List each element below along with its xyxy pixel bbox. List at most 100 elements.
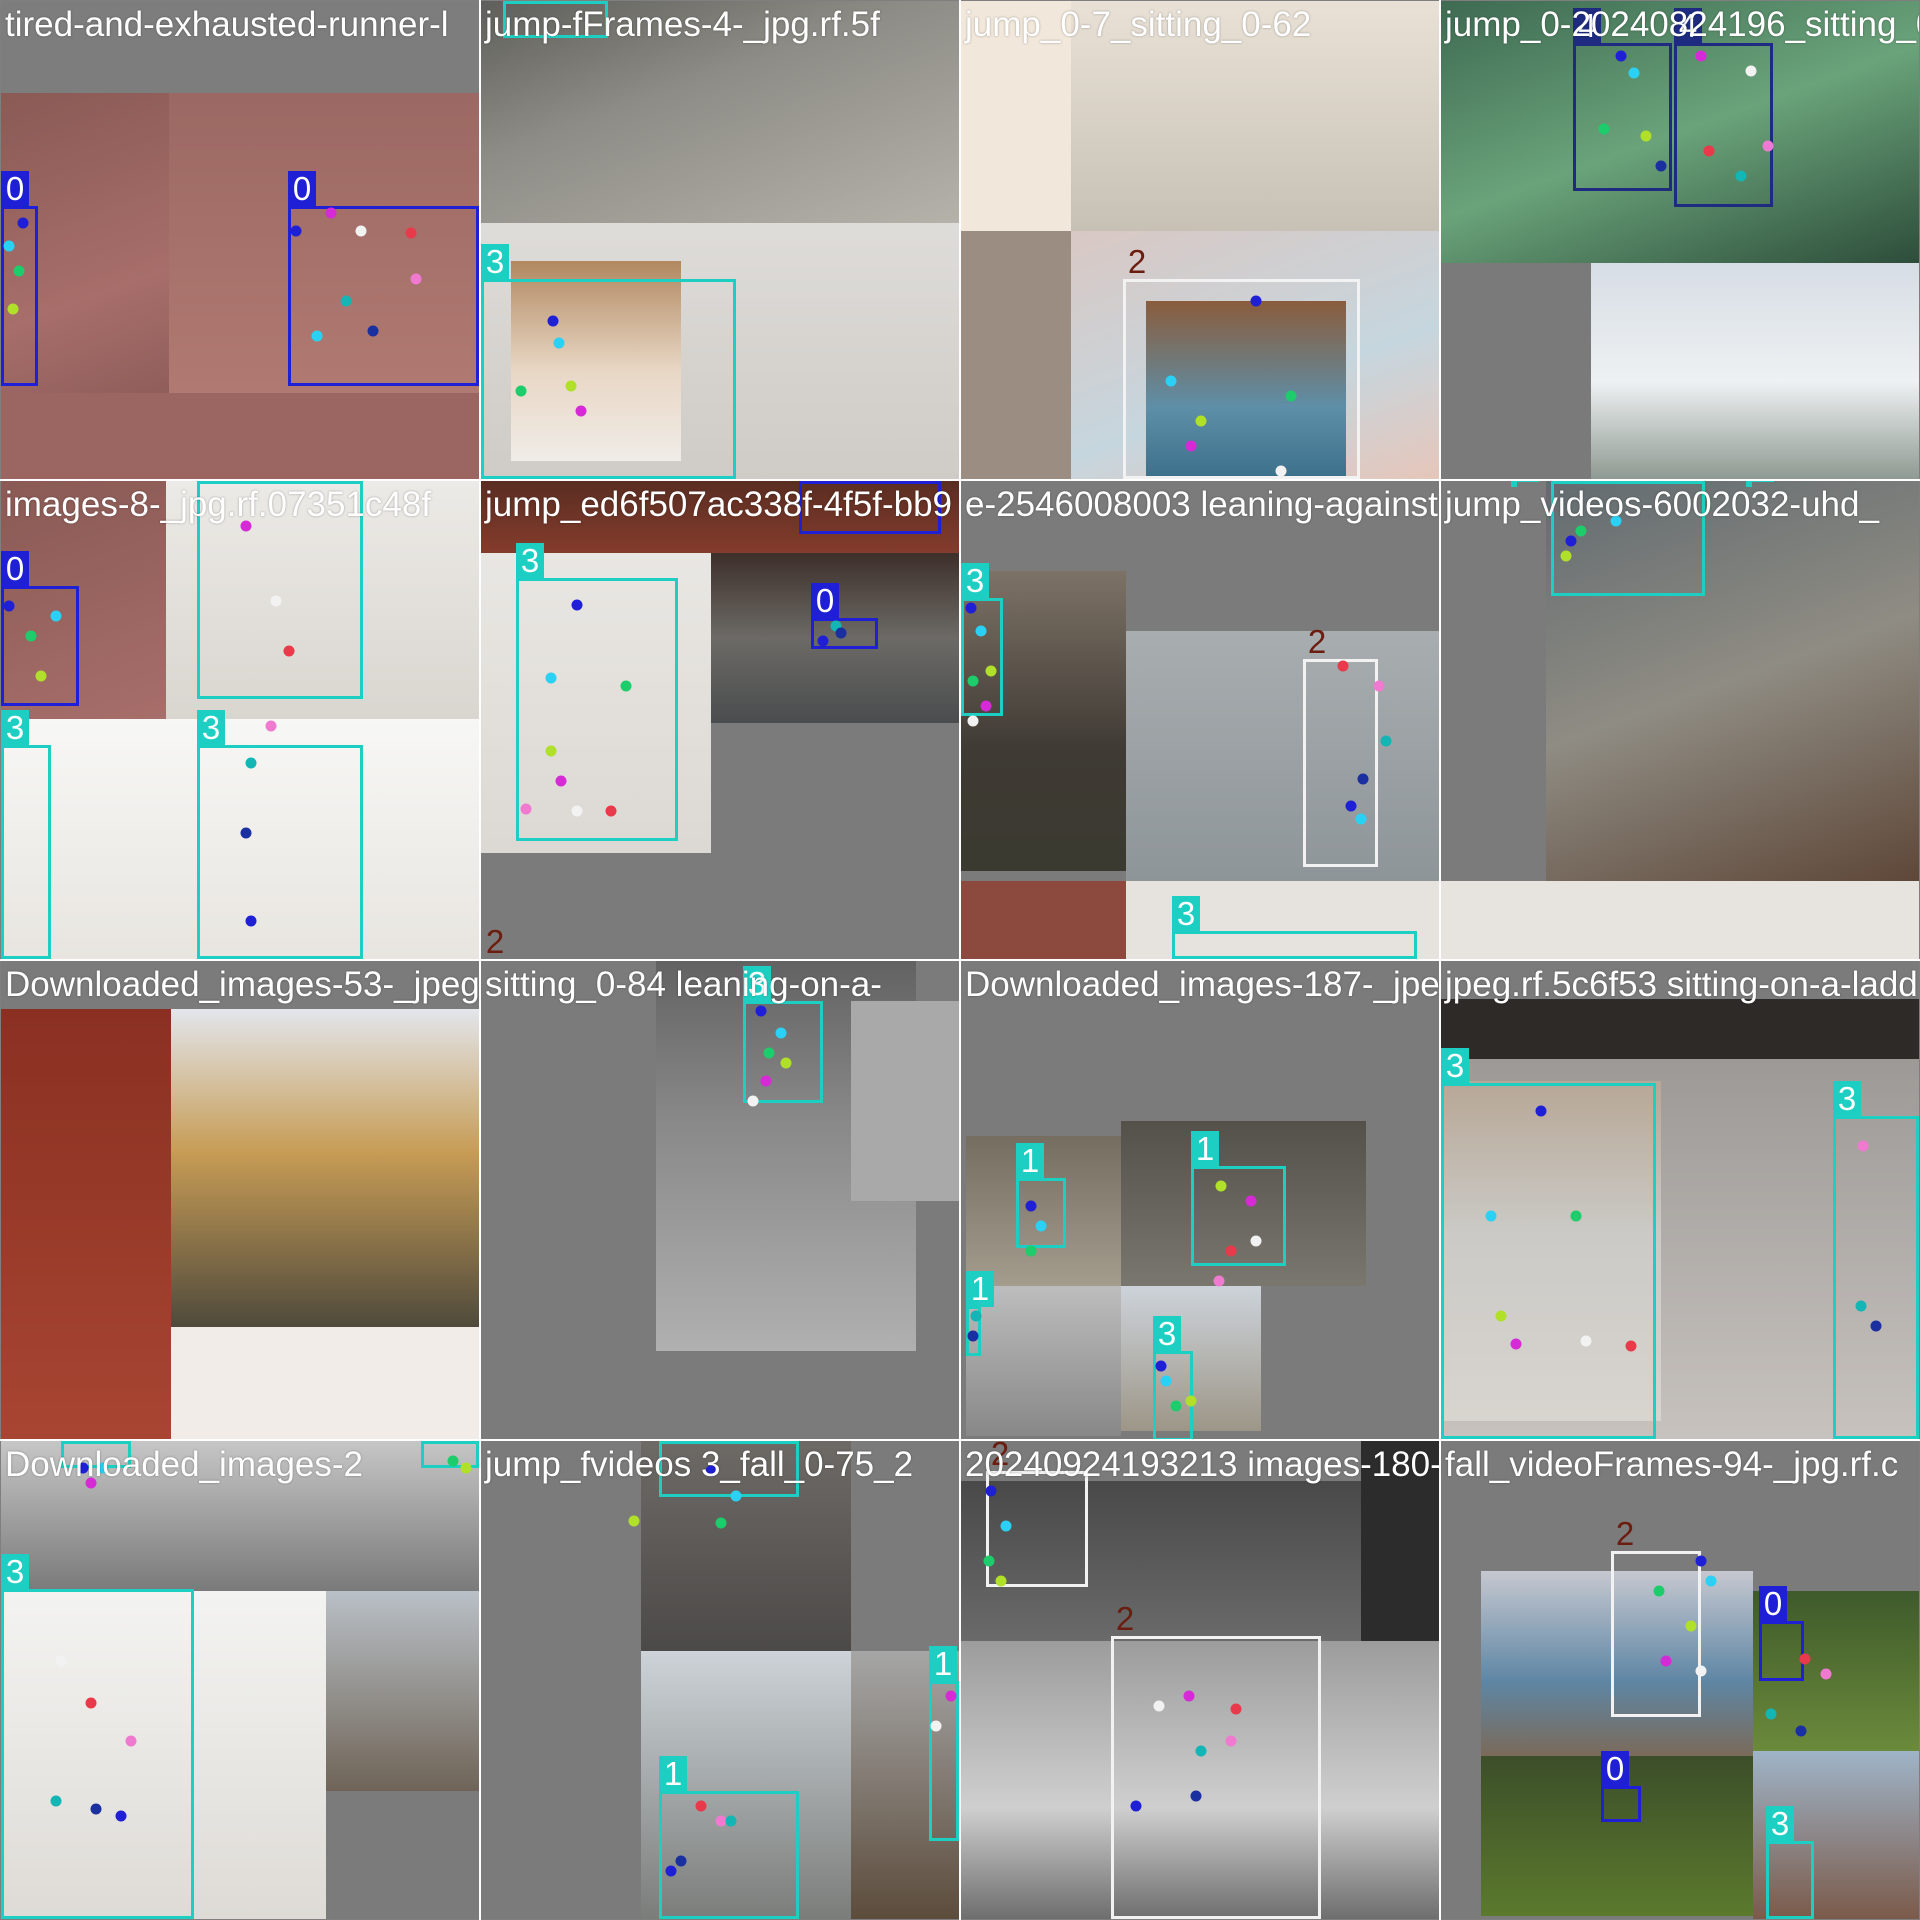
keypoint-dot bbox=[995, 1575, 1007, 1587]
class-label: 3 bbox=[516, 543, 544, 579]
keypoint-dot bbox=[1745, 65, 1757, 77]
keypoint-dot bbox=[1660, 1655, 1672, 1667]
keypoint-dot bbox=[1695, 1555, 1707, 1567]
keypoint-dot bbox=[1250, 1235, 1262, 1247]
keypoint-dot bbox=[1640, 130, 1652, 142]
tile-filename: e-2546008003 leaning-against-wall-with-s bbox=[965, 485, 1439, 524]
keypoint-dot bbox=[7, 303, 19, 315]
augmented-batch-mosaic: tired-and-exhausted-runner-l 0 0 jump-fFram… bbox=[0, 0, 1920, 1920]
keypoint-dot bbox=[25, 630, 37, 642]
keypoint-dot bbox=[283, 645, 295, 657]
class-label: 1 bbox=[503, 1, 531, 2]
keypoint-dot bbox=[1560, 550, 1572, 562]
photo-patch bbox=[1, 1009, 171, 1439]
keypoint-dot bbox=[1855, 1300, 1867, 1312]
keypoint-dot bbox=[245, 915, 257, 927]
keypoint-dot bbox=[1795, 1725, 1807, 1737]
detection-box: 0 bbox=[1, 171, 38, 386]
keypoint-dot bbox=[125, 1735, 137, 1747]
keypoint-dot bbox=[545, 672, 557, 684]
keypoint-dot bbox=[967, 675, 979, 687]
keypoint-dot bbox=[1357, 773, 1369, 785]
class-label: 0 bbox=[799, 481, 827, 482]
tile-filename: jump_videos-6002032-uhd_ bbox=[1445, 485, 1879, 524]
photo-patch bbox=[326, 1591, 479, 1791]
photo-patch bbox=[961, 881, 1126, 959]
keypoint-dot bbox=[1762, 140, 1774, 152]
keypoint-dot bbox=[760, 1075, 772, 1087]
keypoint-dot bbox=[780, 1057, 792, 1069]
keypoint-dot bbox=[1857, 1140, 1869, 1152]
mosaic-tile: Downloaded_images-2 1 1 3 bbox=[1, 1441, 479, 1919]
keypoint-dot bbox=[1695, 50, 1707, 62]
keypoint-dot bbox=[1485, 1210, 1497, 1222]
mosaic-tile: tired-and-exhausted-runner-l 0 0 bbox=[1, 1, 479, 479]
keypoint-dot bbox=[1765, 1708, 1777, 1720]
tile-filename: sitting_0-84 leaning-on-a- bbox=[485, 965, 882, 1004]
tile-filename: fall_videoFrames-94-_jpg.rf.c bbox=[1445, 1445, 1899, 1484]
keypoint-dot bbox=[1570, 1210, 1582, 1222]
keypoint-dot bbox=[1695, 1665, 1707, 1677]
detection-box: 3 bbox=[1, 710, 51, 959]
class-label: 0 bbox=[1, 551, 29, 587]
keypoint-dot bbox=[1373, 680, 1385, 692]
keypoint-dot bbox=[1195, 415, 1207, 427]
class-label: 3 bbox=[1, 710, 29, 746]
keypoint-dot bbox=[1655, 160, 1667, 172]
keypoint-dot bbox=[50, 1795, 62, 1807]
keypoint-dot bbox=[1820, 1668, 1832, 1680]
keypoint-dot bbox=[835, 627, 847, 639]
class-label: 3 bbox=[1833, 1081, 1861, 1117]
keypoint-dot bbox=[1380, 735, 1392, 747]
grid-divider bbox=[0, 1439, 1920, 1441]
keypoint-dot bbox=[245, 757, 257, 769]
class-label: 0 bbox=[1601, 1751, 1629, 1787]
keypoint-dot bbox=[1703, 145, 1715, 157]
detection-box: 3 bbox=[481, 244, 736, 479]
mosaic-tile: 20240924193213 images-180-_jpeg.22 bbox=[961, 1441, 1439, 1919]
keypoint-dot bbox=[1799, 1653, 1811, 1665]
keypoint-dot bbox=[665, 1865, 677, 1877]
class-label: 1 bbox=[1511, 481, 1539, 482]
keypoint-dot bbox=[1495, 1310, 1507, 1322]
class-label: 2 bbox=[485, 923, 505, 960]
keypoint-dot bbox=[115, 1810, 127, 1822]
photo-patch bbox=[851, 1001, 959, 1201]
mosaic-tile: e-2546008003 leaning-against-wall-with-s… bbox=[961, 481, 1439, 959]
keypoint-dot bbox=[1215, 1180, 1227, 1192]
detection-box: 2 bbox=[1303, 624, 1378, 867]
keypoint-dot bbox=[460, 1462, 472, 1474]
keypoint-dot bbox=[1870, 1320, 1882, 1332]
keypoint-dot bbox=[1345, 800, 1357, 812]
keypoint-dot bbox=[1285, 390, 1297, 402]
keypoint-dot bbox=[1225, 1245, 1237, 1257]
keypoint-dot bbox=[1230, 1703, 1242, 1715]
keypoint-dot bbox=[571, 805, 583, 817]
tile-filename: jump-fFrames-4-_jpg.rf.5f bbox=[485, 5, 880, 44]
keypoint-dot bbox=[1705, 1575, 1717, 1587]
keypoint-dot bbox=[730, 1490, 742, 1502]
mosaic-tile: jump-fFrames-4-_jpg.rf.5f 1 3 bbox=[481, 1, 959, 479]
class-label: 3 bbox=[1172, 896, 1200, 932]
keypoint-dot bbox=[1183, 1690, 1195, 1702]
keypoint-dot bbox=[1275, 465, 1287, 477]
class-label: 3 bbox=[197, 710, 225, 746]
keypoint-dot bbox=[1337, 660, 1349, 672]
keypoint-dot bbox=[311, 330, 323, 342]
class-label: 1 bbox=[659, 1441, 687, 1442]
tile-filename: jump_ed6f507ac338f-4f5f-bb9 bbox=[485, 485, 953, 524]
keypoint-dot bbox=[725, 1815, 737, 1827]
keypoint-dot bbox=[565, 380, 577, 392]
keypoint-dot bbox=[410, 273, 422, 285]
photo-patch bbox=[1441, 999, 1919, 1059]
keypoint-dot bbox=[983, 1555, 995, 1567]
photo-patch bbox=[966, 1286, 1121, 1436]
keypoint-dot bbox=[747, 1095, 759, 1107]
grid-divider bbox=[0, 959, 1920, 961]
detection-box: 2 bbox=[1611, 1516, 1701, 1717]
keypoint-dot bbox=[265, 720, 277, 732]
keypoint-dot bbox=[775, 1027, 787, 1039]
class-label: 0 bbox=[288, 171, 316, 207]
keypoint-dot bbox=[1160, 1375, 1172, 1387]
class-label: 1 bbox=[421, 1441, 449, 1442]
